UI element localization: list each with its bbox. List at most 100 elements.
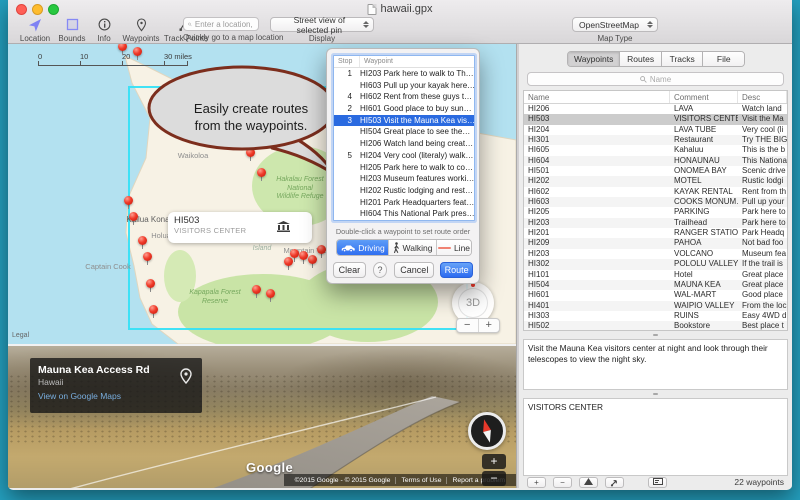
map-pin[interactable]	[317, 245, 326, 259]
map-pin[interactable]	[149, 305, 158, 319]
view-on-google-maps-link[interactable]: View on Google Maps	[38, 391, 194, 401]
terms-of-use-link[interactable]: Terms of Use	[395, 477, 446, 484]
location-button[interactable]: Location	[16, 17, 54, 43]
tab-file[interactable]: File	[703, 52, 744, 66]
table-row[interactable]: HI504 MAUNA KEA Great place	[524, 280, 787, 290]
map-pin[interactable]	[143, 252, 152, 266]
map-pin[interactable]	[124, 196, 133, 210]
sv-zoom-in-button[interactable]: +	[482, 454, 506, 469]
splitter-handle[interactable]	[519, 331, 792, 339]
table-row[interactable]: HI201 RANGER STATION Park Headq	[524, 228, 787, 238]
search-placeholder: Name	[650, 75, 671, 84]
table-row[interactable]: HI501 ONOMEA BAY Scenic drive	[524, 166, 787, 176]
add-waypoint-button[interactable]: +	[527, 477, 546, 488]
elevation-button[interactable]	[579, 477, 598, 488]
route-list-row[interactable]: HI203 Museum features worki…	[334, 173, 474, 185]
table-row[interactable]: HI503 VISITORS CENTER Visit the Ma	[524, 114, 787, 124]
map-zoom-in-button[interactable]: +	[479, 319, 500, 332]
table-row[interactable]: HI206 LAVA Watch land	[524, 104, 787, 114]
waypoint-callout[interactable]: HI503 VISITORS CENTER	[168, 212, 312, 243]
help-button[interactable]: ?	[373, 262, 388, 278]
route-list-row[interactable]: HI201 Park Headquarters feat…	[334, 197, 474, 209]
table-row[interactable]: HI302 POLOLU VALLEY If the trail is	[524, 259, 787, 269]
table-header: Name Comment Desc	[524, 91, 787, 104]
bounds-button[interactable]: Bounds	[54, 17, 90, 43]
table-row[interactable]: HI602 KAYAK RENTAL Rent from th	[524, 187, 787, 197]
map-zoom-out-button[interactable]: −	[457, 319, 479, 332]
map-type-popup[interactable]: OpenStreetMap	[572, 17, 658, 32]
minimize-button[interactable]	[32, 4, 43, 15]
location-search-field[interactable]: Enter a location, city, Zip code	[183, 17, 259, 31]
cancel-button[interactable]: Cancel	[394, 262, 434, 278]
driving-segment[interactable]: Driving	[337, 240, 389, 255]
info-card-button[interactable]	[648, 477, 667, 488]
legal-link[interactable]: Legal	[12, 332, 29, 339]
route-list-row[interactable]: 5 HI204 Very cool (literaly) walk…	[334, 150, 474, 162]
route-list-row[interactable]: HI205 Park here to walk to co…	[334, 162, 474, 174]
route-list-row[interactable]: 4 HI602 Rent from these guys t…	[334, 91, 474, 103]
table-row[interactable]: HI603 COOKS MONUM… Pull up your	[524, 197, 787, 207]
table-row[interactable]: HI203 VOLCANO Museum fea	[524, 249, 787, 259]
column-name[interactable]: Name	[524, 91, 670, 103]
route-list-row[interactable]: HI206 Watch land being creat…	[334, 138, 474, 150]
route-list-row[interactable]: 1 HI203 Park here to walk to Th…	[334, 68, 474, 80]
map-pin[interactable]	[299, 251, 308, 265]
route-list-row[interactable]: HI603 Pull up your kayak here…	[334, 80, 474, 92]
tab-tracks[interactable]: Tracks	[662, 52, 704, 66]
route-waypoint-list[interactable]: Stop Waypoint 1 HI203 Park here to walk …	[333, 55, 475, 221]
route-mode-segmented-control: Driving Walking Line	[336, 239, 472, 256]
map-pin[interactable]	[308, 255, 317, 269]
display-popup[interactable]: Street view of selected pin	[270, 17, 374, 32]
table-row[interactable]: HI101 Hotel Great place	[524, 270, 787, 280]
splitter-handle[interactable]	[519, 390, 792, 398]
tab-routes[interactable]: Routes	[620, 52, 662, 66]
column-desc[interactable]: Desc	[738, 91, 787, 103]
table-row[interactable]: HI209 PAHOA Not bad foo	[524, 238, 787, 248]
line-segment[interactable]: Line	[437, 240, 471, 255]
bounds-square-icon	[54, 17, 90, 32]
info-button[interactable]: Info	[90, 17, 118, 43]
route-button[interactable]: Route	[440, 262, 473, 278]
column-comment[interactable]: Comment	[670, 91, 738, 103]
map-pin[interactable]	[284, 257, 293, 271]
map-pin[interactable]	[252, 285, 261, 299]
clear-button[interactable]: Clear	[333, 262, 366, 278]
close-button[interactable]	[16, 4, 27, 15]
route-list-row[interactable]: 2 HI601 Good place to buy sun…	[334, 103, 474, 115]
table-row[interactable]: HI205 PARKING Park here to	[524, 207, 787, 217]
comment-textarea[interactable]: VISITORS CENTER	[523, 398, 788, 476]
remove-waypoint-button[interactable]: −	[553, 477, 572, 488]
info-icon	[90, 17, 118, 32]
waypoints-button[interactable]: Waypoints	[118, 17, 164, 43]
description-textarea[interactable]: Visit the Mauna Kea visitors center at n…	[523, 339, 788, 390]
map-pin[interactable]	[138, 236, 147, 250]
route-list-row[interactable]: 3 HI503 Visit the Mauna Kea vis…	[334, 115, 474, 127]
route-list-row[interactable]: HI604 This National Park pres…	[334, 208, 474, 220]
map-pin[interactable]	[146, 279, 155, 293]
table-row[interactable]: HI605 Kahaluu This is the b	[524, 145, 787, 155]
table-row[interactable]: HI604 HONAUNAU This Nationa	[524, 156, 787, 166]
walking-segment[interactable]: Walking	[389, 240, 437, 255]
street-view-compass[interactable]	[468, 412, 506, 450]
table-row[interactable]: HI601 WAL-MART Good place	[524, 290, 787, 300]
tab-waypoints[interactable]: Waypoints	[568, 52, 620, 66]
map-pin[interactable]	[118, 44, 127, 56]
waypoint-search-field[interactable]: Name	[527, 72, 784, 86]
map-pin[interactable]	[133, 47, 142, 61]
table-row[interactable]: HI203 Trailhead Park here to	[524, 218, 787, 228]
table-row[interactable]: HI502 Bookstore Best place t	[524, 321, 787, 331]
table-row[interactable]: HI401 WAIPIO VALLEY From the loc	[524, 301, 787, 311]
zoom-button[interactable]	[48, 4, 59, 15]
map-pin[interactable]	[129, 212, 138, 226]
sv-zoom-out-button[interactable]: −	[482, 471, 506, 486]
window-title: hawaii.gpx	[368, 3, 433, 15]
table-row[interactable]: HI301 Restaurant Try THE BIG	[524, 135, 787, 145]
table-row[interactable]: HI202 MOTEL Rustic lodgi	[524, 176, 787, 186]
map-pin[interactable]	[266, 289, 275, 303]
move-pin-button[interactable]	[605, 477, 624, 488]
table-row[interactable]: HI303 RUINS Easy 4WD d	[524, 311, 787, 321]
route-list-row[interactable]: HI202 Rustic lodging and rest…	[334, 185, 474, 197]
route-list-row[interactable]: HI504 Great place to see the…	[334, 126, 474, 138]
table-row[interactable]: HI204 LAVA TUBE Very cool (li	[524, 125, 787, 135]
street-view-panel[interactable]: Mauna Kea Access Rd Hawaii View on Googl…	[8, 344, 516, 488]
